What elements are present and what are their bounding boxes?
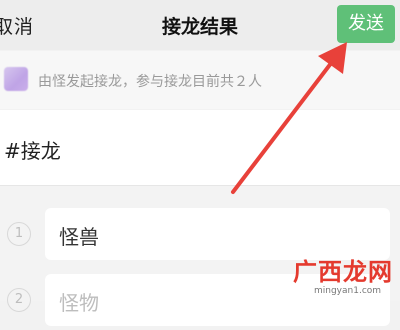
entry-text: 怪物 [59,291,99,315]
watermark-brand: 广西龙网 [293,258,393,286]
entry-text: 怪兽 [59,225,99,249]
topic-text: #接龙 [4,139,61,163]
watermark-url: mingyan1.com [314,286,382,296]
entry-index-badge: 1 [7,222,31,246]
top-bar: 取消 接龙结果 发送 [0,0,400,50]
avatar [4,67,28,91]
entry-index-badge: 2 [7,288,31,312]
info-row: 由怪发起接龙，参与接龙目前共２人 [0,51,400,109]
participant-info-text: 由怪发起接龙，参与接龙目前共２人 [38,74,262,90]
send-button[interactable]: 发送 [337,5,395,43]
topic-field[interactable]: #接龙 [0,110,400,185]
